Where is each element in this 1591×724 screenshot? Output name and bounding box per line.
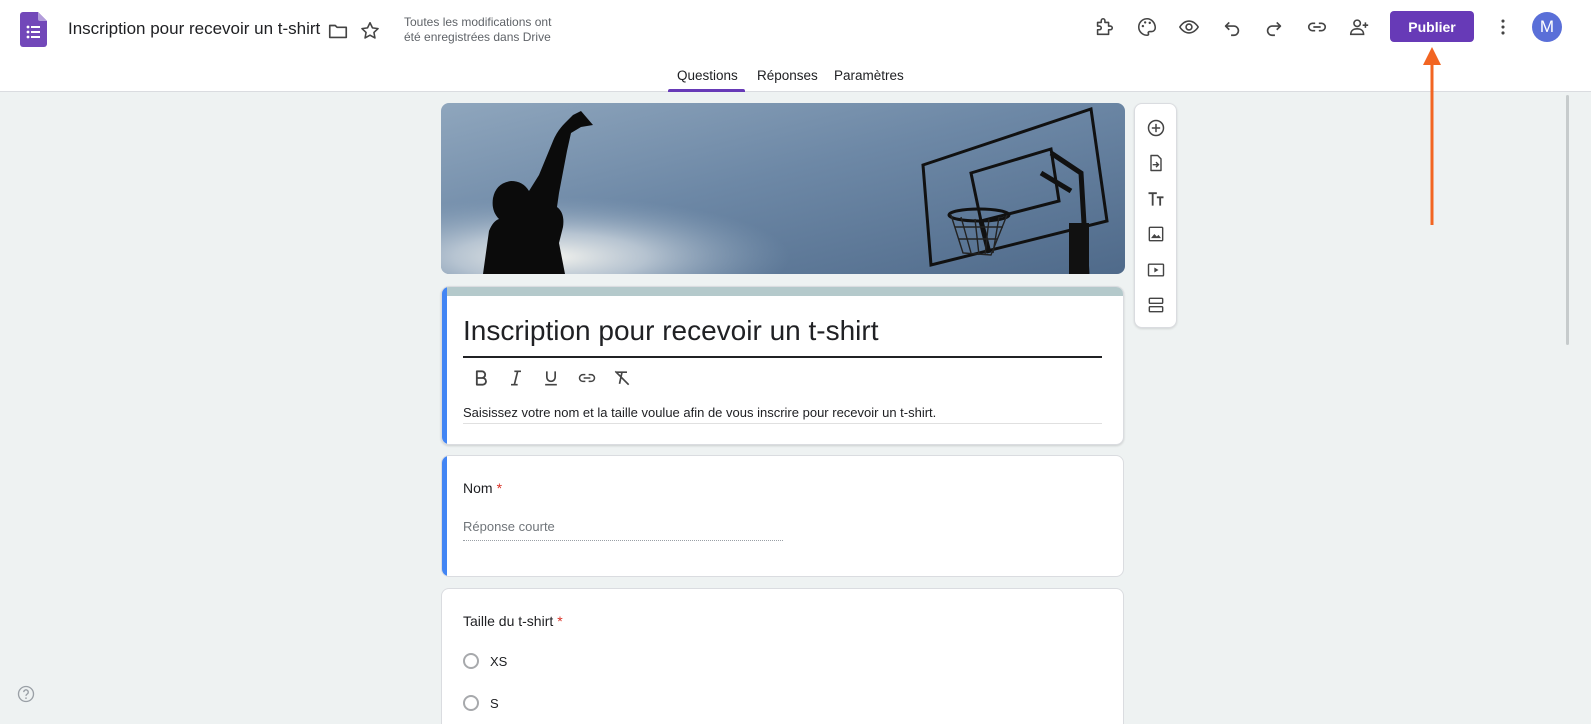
add-section-icon[interactable] [1145, 294, 1167, 316]
add-image-icon[interactable] [1145, 223, 1167, 245]
option-label: XS [490, 653, 508, 669]
active-card-indicator [442, 287, 447, 444]
theme-strip [442, 287, 1123, 296]
top-bar: Inscription pour recevoir un t-shirt Tou… [0, 0, 1591, 92]
form-title[interactable]: Inscription pour recevoir un t-shirt [463, 315, 879, 347]
question-title-text: Taille du t-shirt [463, 613, 554, 629]
clear-formatting-icon[interactable] [611, 367, 633, 389]
annotation-arrow-icon [1423, 47, 1441, 225]
required-asterisk: * [496, 480, 503, 496]
add-collaborator-icon[interactable] [1347, 15, 1371, 39]
star-icon[interactable] [358, 19, 382, 43]
bold-icon[interactable] [470, 367, 492, 389]
underline-icon[interactable] [540, 367, 562, 389]
add-title-icon[interactable] [1145, 188, 1167, 210]
tab-bar: Questions Réponses Paramètres [0, 60, 1591, 92]
form-header-image[interactable] [441, 103, 1125, 274]
publish-button[interactable]: Publier [1390, 11, 1474, 42]
help-icon[interactable] [17, 685, 35, 703]
palette-icon[interactable] [1135, 15, 1159, 39]
document-title[interactable]: Inscription pour recevoir un t-shirt [68, 19, 320, 39]
option-label: S [490, 695, 499, 711]
redo-icon[interactable] [1262, 15, 1286, 39]
description-underline [463, 423, 1102, 424]
save-status: Toutes les modifications ont été enregis… [404, 15, 552, 44]
tab-settings[interactable]: Paramètres [834, 68, 904, 83]
preview-eye-icon[interactable] [1177, 15, 1201, 39]
question-card-name[interactable]: Nom * Réponse courte [441, 455, 1124, 577]
more-vert-icon[interactable] [1491, 15, 1515, 39]
add-video-icon[interactable] [1145, 259, 1167, 281]
radio-button[interactable] [463, 653, 479, 669]
addon-puzzle-icon[interactable] [1092, 15, 1116, 39]
link-icon[interactable] [1305, 15, 1329, 39]
question-title-text: Nom [463, 480, 493, 496]
form-title-card: Inscription pour recevoir un t-shirt Sai… [441, 286, 1124, 445]
question-title[interactable]: Taille du t-shirt * [463, 613, 563, 629]
folder-icon[interactable] [326, 19, 350, 43]
forms-logo-icon[interactable] [20, 12, 47, 47]
tab-questions[interactable]: Questions [677, 68, 738, 83]
option-xs[interactable]: XS [463, 651, 507, 671]
add-question-icon[interactable] [1145, 117, 1167, 139]
title-underline [463, 356, 1102, 358]
scrollbar-thumb[interactable] [1566, 95, 1569, 345]
tab-responses[interactable]: Réponses [757, 68, 818, 83]
italic-icon[interactable] [505, 367, 527, 389]
form-description[interactable]: Saisissez votre nom et la taille voulue … [463, 405, 936, 420]
radio-button[interactable] [463, 695, 479, 711]
question-card-size[interactable]: Taille du t-shirt * XS S [441, 588, 1124, 724]
required-asterisk: * [557, 613, 563, 629]
option-s[interactable]: S [463, 693, 499, 713]
short-answer-placeholder: Réponse courte [463, 519, 555, 534]
question-title[interactable]: Nom * [463, 480, 502, 496]
short-answer-line [463, 540, 783, 541]
floating-toolbar [1134, 103, 1177, 328]
account-avatar[interactable]: M [1532, 12, 1562, 42]
undo-icon[interactable] [1220, 15, 1244, 39]
insert-link-icon[interactable] [576, 367, 598, 389]
import-questions-icon[interactable] [1145, 152, 1167, 174]
active-card-indicator [442, 456, 447, 576]
active-tab-indicator [668, 89, 745, 92]
